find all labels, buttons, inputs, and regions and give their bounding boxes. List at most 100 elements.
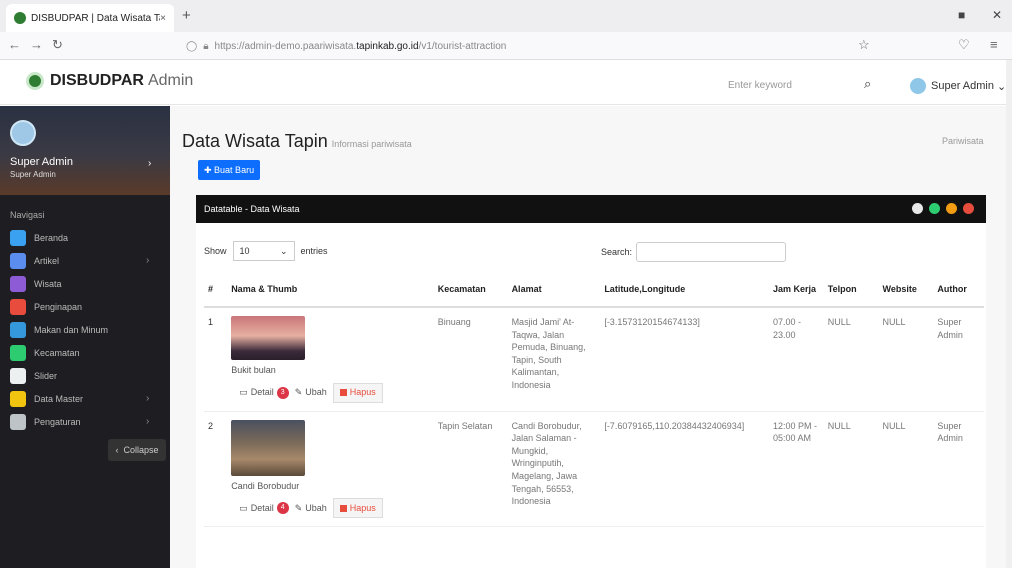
column-header[interactable]: Author [933,271,984,308]
author-cell: Super Admin [933,411,984,528]
sidebar-item-label: Wisata [34,278,62,289]
jam-cell: 12:00 PM - 05:00 AM [768,411,824,528]
website-cell: NULL [878,411,934,528]
lock-icon: 🔒︎ [203,40,209,52]
main-content: Data Wisata Tapin Informasi pariwisata Pa… [170,106,1012,568]
window-menu-icon[interactable]: ■ [958,8,965,22]
browser-tabbar: DISBUDPAR | Data Wisata Tapin × + ■ ✕ [0,0,1012,32]
sidebar-item-1[interactable]: Artikel › [0,249,170,272]
header-search-input[interactable]: Enter keyword [728,80,792,91]
detail-icon: ▭ [239,387,248,398]
latlng-cell: [-3.1573120154674133] [600,307,769,412]
table-row: 2 Candi Borobudur ▭ Detail 4 ✎ Ubah Hapus T… [204,411,984,528]
chevron-right-icon: › [146,393,150,404]
trash-icon [339,504,347,512]
sidebar-item-8[interactable]: Pengaturan › [0,410,170,433]
column-header[interactable]: Latitude,Longitude [600,271,769,308]
detail-button[interactable]: ▭ Detail 3 [239,383,289,403]
sidebar-item-2[interactable]: Wisata [0,272,170,295]
page-title: Data Wisata Tapin Informasi pariwisata [182,131,412,151]
logo-icon [26,72,44,90]
place-name: Candi Borobudur [231,480,300,491]
new-tab-button[interactable]: + [182,7,191,24]
tab-close-icon[interactable]: × [160,13,166,24]
reload-panel-icon[interactable] [929,203,940,214]
sidebar-item-4[interactable]: Makan dan Minum [0,318,170,341]
edit-button[interactable]: ✎ Ubah [295,383,327,403]
sidebar-item-label: Artikel [34,255,60,266]
window-close-icon[interactable]: ✕ [992,8,1002,22]
image-icon [10,367,26,384]
user-menu[interactable]: Super Admin ⌄ [910,78,1006,94]
profile-name: Super Admin [10,156,73,168]
delete-button[interactable]: Hapus [332,498,383,519]
url-field[interactable]: ◯ 🔒︎ https://admin-demo.paariwisata.tapi… [186,37,876,55]
detail-button[interactable]: ▭ Detail 4 [239,498,289,518]
column-header[interactable]: Telpon [823,271,879,308]
food-icon [10,321,26,338]
nav-label: Navigasi [10,210,45,220]
kecamatan-cell: Binuang [433,307,508,412]
breadcrumb[interactable]: Pariwisata [942,136,984,146]
sidebar-item-5[interactable]: Kecamatan [0,341,170,364]
column-header[interactable]: Nama & Thumb [227,271,434,308]
row-number: 2 [204,411,228,528]
bookmark-star-icon[interactable]: ☆ [858,37,870,53]
sidebar-item-3[interactable]: Penginapan [0,295,170,318]
gear-icon [10,413,26,430]
table-search-input[interactable] [636,242,787,262]
avatar [910,78,926,94]
reload-icon[interactable]: ↻ [52,37,63,53]
row-number: 1 [204,307,228,412]
name-thumb-cell: Bukit bulan ▭ Detail 3 ✎ Ubah Hapus [227,307,434,412]
panel-header: Datatable - Data Wisata [196,195,986,223]
sidebar-item-0[interactable]: Beranda [0,226,170,249]
create-button[interactable]: ✚ Buat Baru [198,160,261,180]
app-menu-icon[interactable]: ≡ [990,37,998,52]
chevron-down-icon: ⌄ [993,80,1007,93]
website-cell: NULL [878,307,934,412]
sidebar-item-label: Kecamatan [34,347,80,358]
search-icon[interactable]: ⌕ [864,76,871,92]
column-header[interactable]: Kecamatan [433,271,508,308]
forward-icon[interactable]: → [30,37,43,52]
minimize-panel-icon[interactable] [946,203,957,214]
trash-icon [339,389,347,397]
url-bar: ← → ↻ ◯ 🔒︎ https://admin-demo.paariwisat… [0,32,1012,60]
back-icon[interactable]: ← [8,37,21,52]
expand-icon[interactable] [912,203,923,214]
alamat-cell: Candi Borobudur, Jalan Salaman - Mungkid… [507,411,601,528]
brand-logo[interactable]: DISBUDPAR Admin [22,72,193,90]
column-header[interactable]: # [204,271,228,308]
entries-select[interactable]: 10 ⌄ [232,241,295,261]
scrollbar[interactable] [1006,60,1012,568]
close-panel-icon[interactable] [963,203,974,214]
edit-button[interactable]: ✎ Ubah [295,498,327,518]
plus-icon: ✚ [204,164,215,175]
pencil-icon [10,252,26,269]
data-table: # Nama & Thumb Kecamatan Alamat Latitude,Lon… [204,271,984,528]
sidebar-profile[interactable]: Super Admin Super Admin › [0,106,170,195]
chevron-right-icon: › [146,255,150,266]
shield-icon: ◯ [186,40,198,52]
jam-cell: 07.00 - 23.00 [768,307,824,412]
column-header[interactable]: Website [878,271,934,308]
delete-button[interactable]: Hapus [332,382,383,403]
count-badge: 3 [276,386,289,399]
sidebar-item-6[interactable]: Slider [0,364,170,387]
kecamatan-cell: Tapin Selatan [433,411,508,528]
favicon-icon [14,12,26,24]
column-header[interactable]: Jam Kerja [768,271,824,308]
profile-role: Super Admin [10,170,56,179]
edit-icon: ✎ [294,502,303,513]
collapse-button[interactable]: ‹ Collapse [108,439,166,461]
sidebar-item-7[interactable]: Data Master › [0,387,170,410]
column-header[interactable]: Alamat [507,271,601,308]
browser-tab[interactable]: DISBUDPAR | Data Wisata Tapin × [6,4,174,32]
entries-length: Show 10 ⌄ entries [204,241,328,261]
pocket-icon[interactable]: ♡ [958,37,970,53]
sidebar-item-label: Beranda [34,232,69,243]
count-badge: 4 [276,502,289,515]
map-icon [10,344,26,361]
sidebar-item-label: Slider [34,370,58,381]
